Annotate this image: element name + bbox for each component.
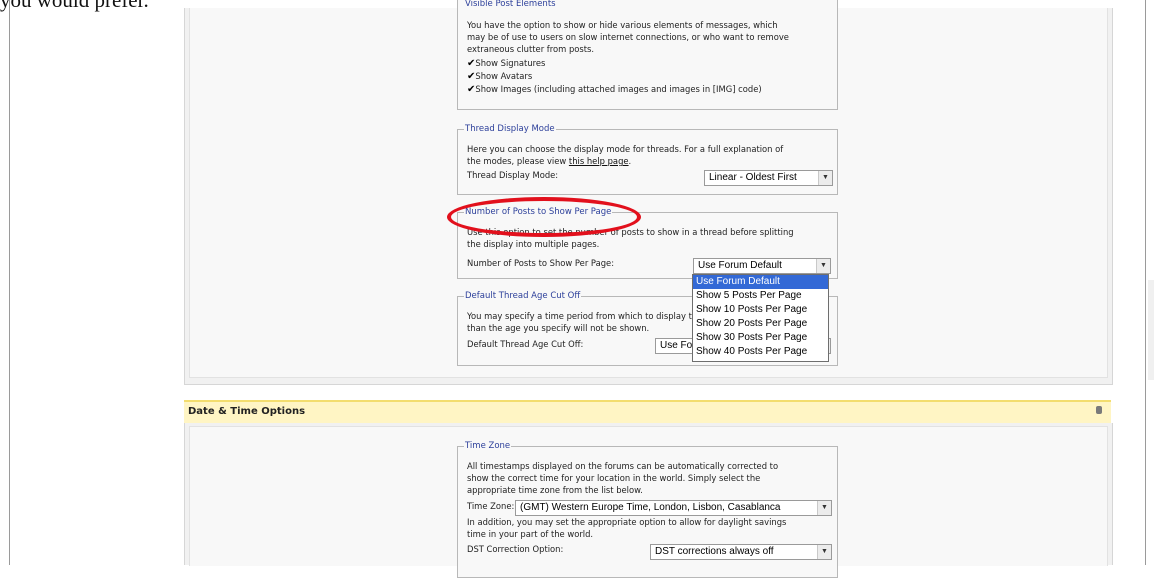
scrollbar[interactable] [1148, 280, 1154, 380]
checkbox-label: Show Images (including attached images a… [475, 84, 762, 94]
select-value: Use Forum Default [698, 260, 782, 271]
dst-correction-select[interactable]: DST corrections always off ▼ [650, 544, 832, 560]
thread-display-mode-select[interactable]: Linear - Oldest First ▼ [704, 170, 833, 186]
description-line: time in your part of the world. [467, 529, 594, 539]
description-line: appropriate time zone from the list belo… [467, 485, 643, 495]
fieldset-legend: Time Zone [464, 441, 512, 452]
chevron-down-icon[interactable]: ▼ [816, 259, 830, 273]
description-line: the display into multiple pages. [467, 239, 600, 249]
visible-post-fieldset: Visible Post Elements You have the optio… [457, 0, 838, 110]
description-line: You have the option to show or hide vari… [467, 20, 778, 30]
document-text: you would prefer. [0, 0, 149, 12]
posts-per-page-dropdown-list[interactable]: Use Forum Default Show 5 Posts Per Page … [692, 274, 829, 362]
chevron-down-icon[interactable]: ▼ [818, 171, 832, 185]
description-line: may be of use to users on slow internet … [467, 32, 789, 42]
help-page-link[interactable]: this help page [569, 156, 629, 166]
text: . [628, 156, 632, 166]
dropdown-option[interactable]: Use Forum Default [693, 275, 828, 289]
select-value: DST corrections always off [655, 546, 774, 557]
chevron-down-icon[interactable]: ▼ [817, 501, 831, 515]
text: the modes, please view [467, 156, 569, 166]
description-line: than the age you specify will not be sho… [467, 323, 650, 333]
posts-per-page-select[interactable]: Use Forum Default ▼ [693, 258, 831, 274]
fieldset-legend: Default Thread Age Cut Off [464, 291, 582, 302]
fieldset-legend: Visible Post Elements [464, 0, 557, 10]
field-label: Time Zone: [467, 501, 515, 511]
select-value: (GMT) Western Europe Time, London, Lisbo… [520, 502, 781, 513]
field-label: Thread Display Mode: [467, 170, 559, 180]
time-zone-select[interactable]: (GMT) Western Europe Time, London, Lisbo… [515, 500, 832, 516]
collapse-icon[interactable] [1096, 406, 1102, 414]
field-label: Default Thread Age Cut Off: [467, 339, 584, 349]
field-label: DST Correction Option: [467, 544, 564, 554]
dropdown-option[interactable]: Show 40 Posts Per Page [693, 345, 828, 359]
time-zone-fieldset: Time Zone All timestamps displayed on th… [457, 441, 838, 578]
select-value: Linear - Oldest First [709, 172, 797, 183]
checkbox-label: Show Signatures [475, 58, 546, 68]
description-line: All timestamps displayed on the forums c… [467, 461, 779, 471]
show-signatures-checkbox[interactable]: ✔Show Signatures [467, 58, 545, 69]
dropdown-option[interactable]: Show 20 Posts Per Page [693, 317, 828, 331]
dropdown-option[interactable]: Show 30 Posts Per Page [693, 331, 828, 345]
description-line: extraneous clutter from posts. [467, 44, 595, 54]
thread-display-fieldset: Thread Display Mode Here you can choose … [457, 124, 838, 195]
field-label: Number of Posts to Show Per Page: [467, 258, 615, 268]
highlight-ellipse-annotation [447, 197, 641, 237]
dropdown-option[interactable]: Show 5 Posts Per Page [693, 289, 828, 303]
date-time-section-header[interactable]: Date & Time Options [184, 400, 1111, 425]
show-avatars-checkbox[interactable]: ✔Show Avatars [467, 71, 532, 82]
description-line: the modes, please view this help page. [467, 156, 631, 167]
checkbox-label: Show Avatars [475, 71, 533, 81]
description-line: Here you can choose the display mode for… [467, 144, 784, 154]
chevron-down-icon[interactable]: ▼ [817, 545, 831, 559]
description-line: In addition, you may set the appropriate… [467, 517, 787, 527]
left-border [9, 0, 10, 565]
right-border [1145, 0, 1146, 565]
dropdown-option[interactable]: Show 10 Posts Per Page [693, 303, 828, 317]
description-line: show the correct time for your location … [467, 473, 761, 483]
fieldset-legend: Thread Display Mode [464, 124, 556, 135]
section-title: Date & Time Options [188, 406, 306, 417]
show-images-checkbox[interactable]: ✔Show Images (including attached images … [467, 84, 762, 95]
